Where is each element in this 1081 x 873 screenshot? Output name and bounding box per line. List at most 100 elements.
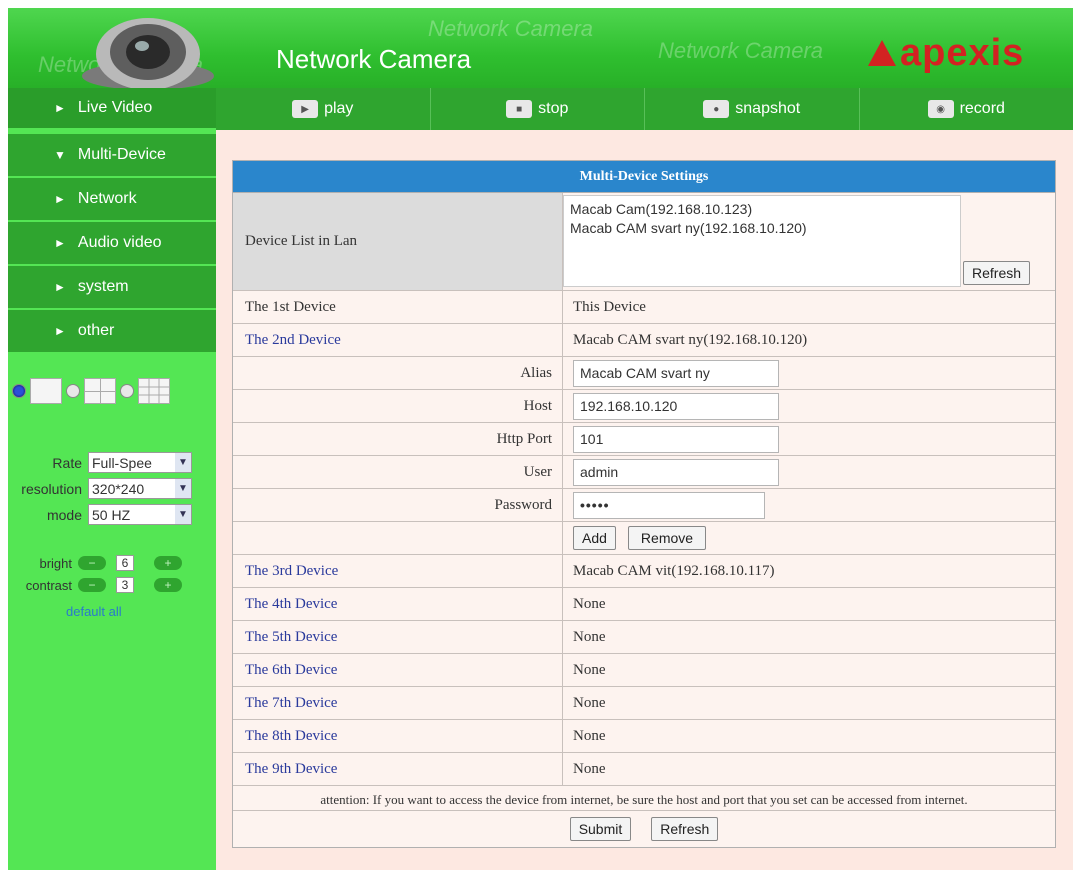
bright-label: bright bbox=[39, 555, 72, 571]
device-list-row: Device List in Lan Macab Cam(192.168.10.… bbox=[233, 193, 1055, 291]
device-row: The 4th Device None bbox=[233, 588, 1055, 621]
mode-value: 50 HZ bbox=[92, 506, 131, 523]
contrast-plus-button[interactable]: + bbox=[154, 578, 182, 592]
device-value: None bbox=[573, 760, 606, 777]
record-label: record bbox=[959, 100, 1005, 117]
device-link[interactable]: The 4th Device bbox=[233, 588, 563, 620]
layout-1-radio[interactable] bbox=[12, 384, 26, 398]
arrow-right-icon: ► bbox=[54, 192, 66, 206]
default-all-link[interactable]: default all bbox=[66, 604, 122, 619]
toolbar: ▶ play ■ stop ● snapshot ◉ record bbox=[216, 88, 1073, 130]
camera-snapshot-icon: ● bbox=[703, 100, 730, 118]
device-value: Macab CAM vit(192.168.10.117) bbox=[573, 562, 775, 579]
refresh-list-button[interactable]: Refresh bbox=[963, 261, 1031, 285]
password-label: Password bbox=[233, 489, 563, 521]
alias-input[interactable]: Macab CAM svart ny bbox=[573, 359, 779, 387]
bright-plus-button[interactable]: + bbox=[154, 556, 182, 570]
device-row: The 6th Device None bbox=[233, 654, 1055, 687]
bright-row: bright − 6 + bbox=[8, 555, 182, 571]
device-list-box[interactable]: Macab Cam(192.168.10.123) Macab CAM svar… bbox=[563, 195, 961, 287]
multi-device-settings-panel: Multi-Device Settings Device List in Lan… bbox=[232, 160, 1056, 848]
host-label: Host bbox=[233, 390, 563, 422]
device-link[interactable]: The 2nd Device bbox=[233, 324, 563, 356]
play-button[interactable]: ▶ play bbox=[216, 88, 431, 130]
sidebar-item-live-video[interactable]: ► Live Video bbox=[8, 88, 216, 130]
device-value: None bbox=[573, 661, 606, 678]
host-input[interactable]: 192.168.10.120 bbox=[573, 392, 779, 420]
play-label: play bbox=[324, 100, 354, 117]
password-input[interactable]: ••••• bbox=[573, 491, 765, 519]
panel-title: Multi-Device Settings bbox=[233, 161, 1055, 193]
sidebar-item-multi-device[interactable]: ▼ Multi-Device bbox=[8, 134, 216, 178]
remove-button[interactable]: Remove bbox=[627, 526, 707, 550]
refresh-button[interactable]: Refresh bbox=[651, 817, 719, 841]
rate-select[interactable]: Full-Spee ▼ bbox=[88, 452, 192, 473]
stop-button[interactable]: ■ stop bbox=[431, 88, 645, 130]
logo-text: apexis bbox=[900, 31, 1025, 74]
sidebar-item-network[interactable]: ► Network bbox=[8, 178, 216, 222]
user-label: User bbox=[233, 456, 563, 488]
user-input[interactable]: admin bbox=[573, 458, 779, 486]
layout-4-radio[interactable] bbox=[66, 384, 80, 398]
add-button[interactable]: Add bbox=[573, 526, 616, 550]
submit-button[interactable]: Submit bbox=[569, 817, 632, 841]
nine-view-icon bbox=[138, 378, 170, 404]
mode-select[interactable]: 50 HZ ▼ bbox=[88, 504, 192, 525]
stop-icon: ■ bbox=[506, 100, 533, 118]
device-list-item[interactable]: Macab CAM svart ny(192.168.10.120) bbox=[570, 219, 954, 238]
user-row: User admin bbox=[233, 456, 1055, 489]
device-value: This Device bbox=[573, 298, 646, 315]
sidebar-item-system[interactable]: ► system bbox=[8, 266, 216, 310]
device-link[interactable]: The 9th Device bbox=[233, 753, 563, 785]
bright-value: 6 bbox=[116, 555, 134, 571]
device-value: Macab CAM svart ny(192.168.10.120) bbox=[573, 331, 808, 348]
record-button[interactable]: ◉ record bbox=[860, 88, 1074, 130]
layout-9-radio[interactable] bbox=[120, 384, 134, 398]
header: Network Camera Network Camera Network Ca… bbox=[8, 8, 1073, 88]
device-link[interactable]: The 3rd Device bbox=[233, 555, 563, 587]
mode-label: mode bbox=[46, 506, 82, 523]
device-row: The 9th Device None bbox=[233, 753, 1055, 786]
port-input[interactable]: 101 bbox=[573, 425, 779, 453]
watermark-text: Network Camera bbox=[658, 38, 824, 63]
apexis-logo: apexis bbox=[868, 30, 1024, 76]
device-link[interactable]: The 7th Device bbox=[233, 687, 563, 719]
device-row: The 7th Device None bbox=[233, 687, 1055, 720]
contrast-minus-button[interactable]: − bbox=[78, 578, 106, 592]
mode-row: mode 50 HZ ▼ bbox=[8, 504, 192, 525]
contrast-value: 3 bbox=[116, 577, 134, 593]
bright-minus-button[interactable]: − bbox=[78, 556, 106, 570]
rate-row: Rate Full-Spee ▼ bbox=[8, 452, 192, 473]
arrow-right-icon: ► bbox=[54, 280, 66, 294]
device-link[interactable]: The 6th Device bbox=[233, 654, 563, 686]
arrow-down-icon: ▼ bbox=[54, 148, 66, 162]
snapshot-button[interactable]: ● snapshot bbox=[645, 88, 860, 130]
sidebar-item-label: other bbox=[77, 322, 115, 339]
chevron-down-icon: ▼ bbox=[175, 505, 191, 524]
device-list-item[interactable]: Macab Cam(192.168.10.123) bbox=[570, 200, 954, 219]
resolution-label: resolution bbox=[21, 480, 82, 497]
port-label: Http Port bbox=[233, 423, 563, 455]
rate-label: Rate bbox=[52, 454, 82, 471]
stop-label: stop bbox=[538, 100, 569, 117]
contrast-label: contrast bbox=[25, 577, 72, 593]
sidebar-item-audio-video[interactable]: ► Audio video bbox=[8, 222, 216, 266]
device-link[interactable]: The 8th Device bbox=[233, 720, 563, 752]
sidebar-item-label: Network bbox=[77, 190, 137, 207]
play-icon: ▶ bbox=[292, 100, 319, 118]
device-row: The 8th Device None bbox=[233, 720, 1055, 753]
arrow-right-icon: ► bbox=[54, 236, 66, 250]
rate-value: Full-Spee bbox=[92, 454, 152, 471]
port-row: Http Port 101 bbox=[233, 423, 1055, 456]
sidebar: ► Live Video ▼ Multi-Device ► Network ► … bbox=[8, 88, 216, 870]
sidebar-item-other[interactable]: ► other bbox=[8, 310, 216, 354]
device-link[interactable]: The 5th Device bbox=[233, 621, 563, 653]
app-title: Network Camera bbox=[276, 44, 472, 74]
device-row: The 1st Device This Device bbox=[233, 291, 1055, 324]
record-icon: ◉ bbox=[927, 100, 954, 118]
resolution-value: 320*240 bbox=[92, 480, 145, 497]
logo-triangle-icon bbox=[868, 40, 896, 66]
sidebar-item-label: system bbox=[77, 278, 129, 295]
device-value: None bbox=[573, 628, 606, 645]
resolution-select[interactable]: 320*240 ▼ bbox=[88, 478, 192, 499]
